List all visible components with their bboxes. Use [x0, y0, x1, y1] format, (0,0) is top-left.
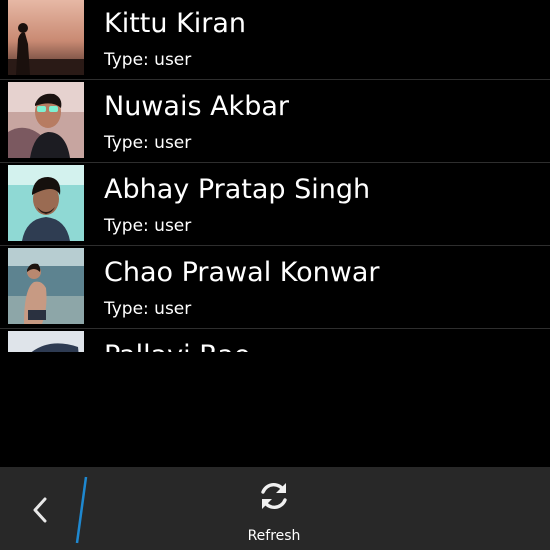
refresh-icon	[261, 482, 287, 510]
action-bar: Refresh	[0, 467, 550, 550]
accent-divider	[75, 476, 88, 544]
avatar	[8, 82, 84, 158]
contact-name: Kittu Kiran	[104, 8, 247, 39]
refresh-label: Refresh	[247, 528, 301, 544]
avatar	[8, 331, 84, 352]
contact-name: Abhay Pratap Singh	[104, 174, 371, 205]
list-item[interactable]: Chao Prawal Konwar Type: user	[0, 247, 550, 329]
avatar	[8, 165, 84, 241]
list-item[interactable]: Nuwais Akbar Type: user	[0, 81, 550, 163]
chevron-left-icon	[33, 497, 47, 523]
contact-type: Type: user	[104, 50, 192, 70]
avatar	[8, 248, 84, 324]
list-item[interactable]: Pallavi Rao	[0, 330, 550, 352]
list-item[interactable]: Kittu Kiran Type: user	[0, 0, 550, 80]
contact-name: Pallavi Rao	[104, 339, 250, 352]
refresh-button[interactable]: Refresh	[224, 467, 324, 550]
contact-name: Chao Prawal Konwar	[104, 257, 380, 288]
contact-type: Type: user	[104, 133, 192, 153]
avatar	[8, 0, 84, 75]
back-button[interactable]	[0, 467, 80, 550]
contact-name: Nuwais Akbar	[104, 91, 289, 122]
contact-type: Type: user	[104, 216, 192, 236]
contact-list: Kittu Kiran Type: user Nuwais Akbar Type…	[0, 0, 550, 352]
contact-type: Type: user	[104, 299, 192, 319]
list-item[interactable]: Abhay Pratap Singh Type: user	[0, 164, 550, 246]
